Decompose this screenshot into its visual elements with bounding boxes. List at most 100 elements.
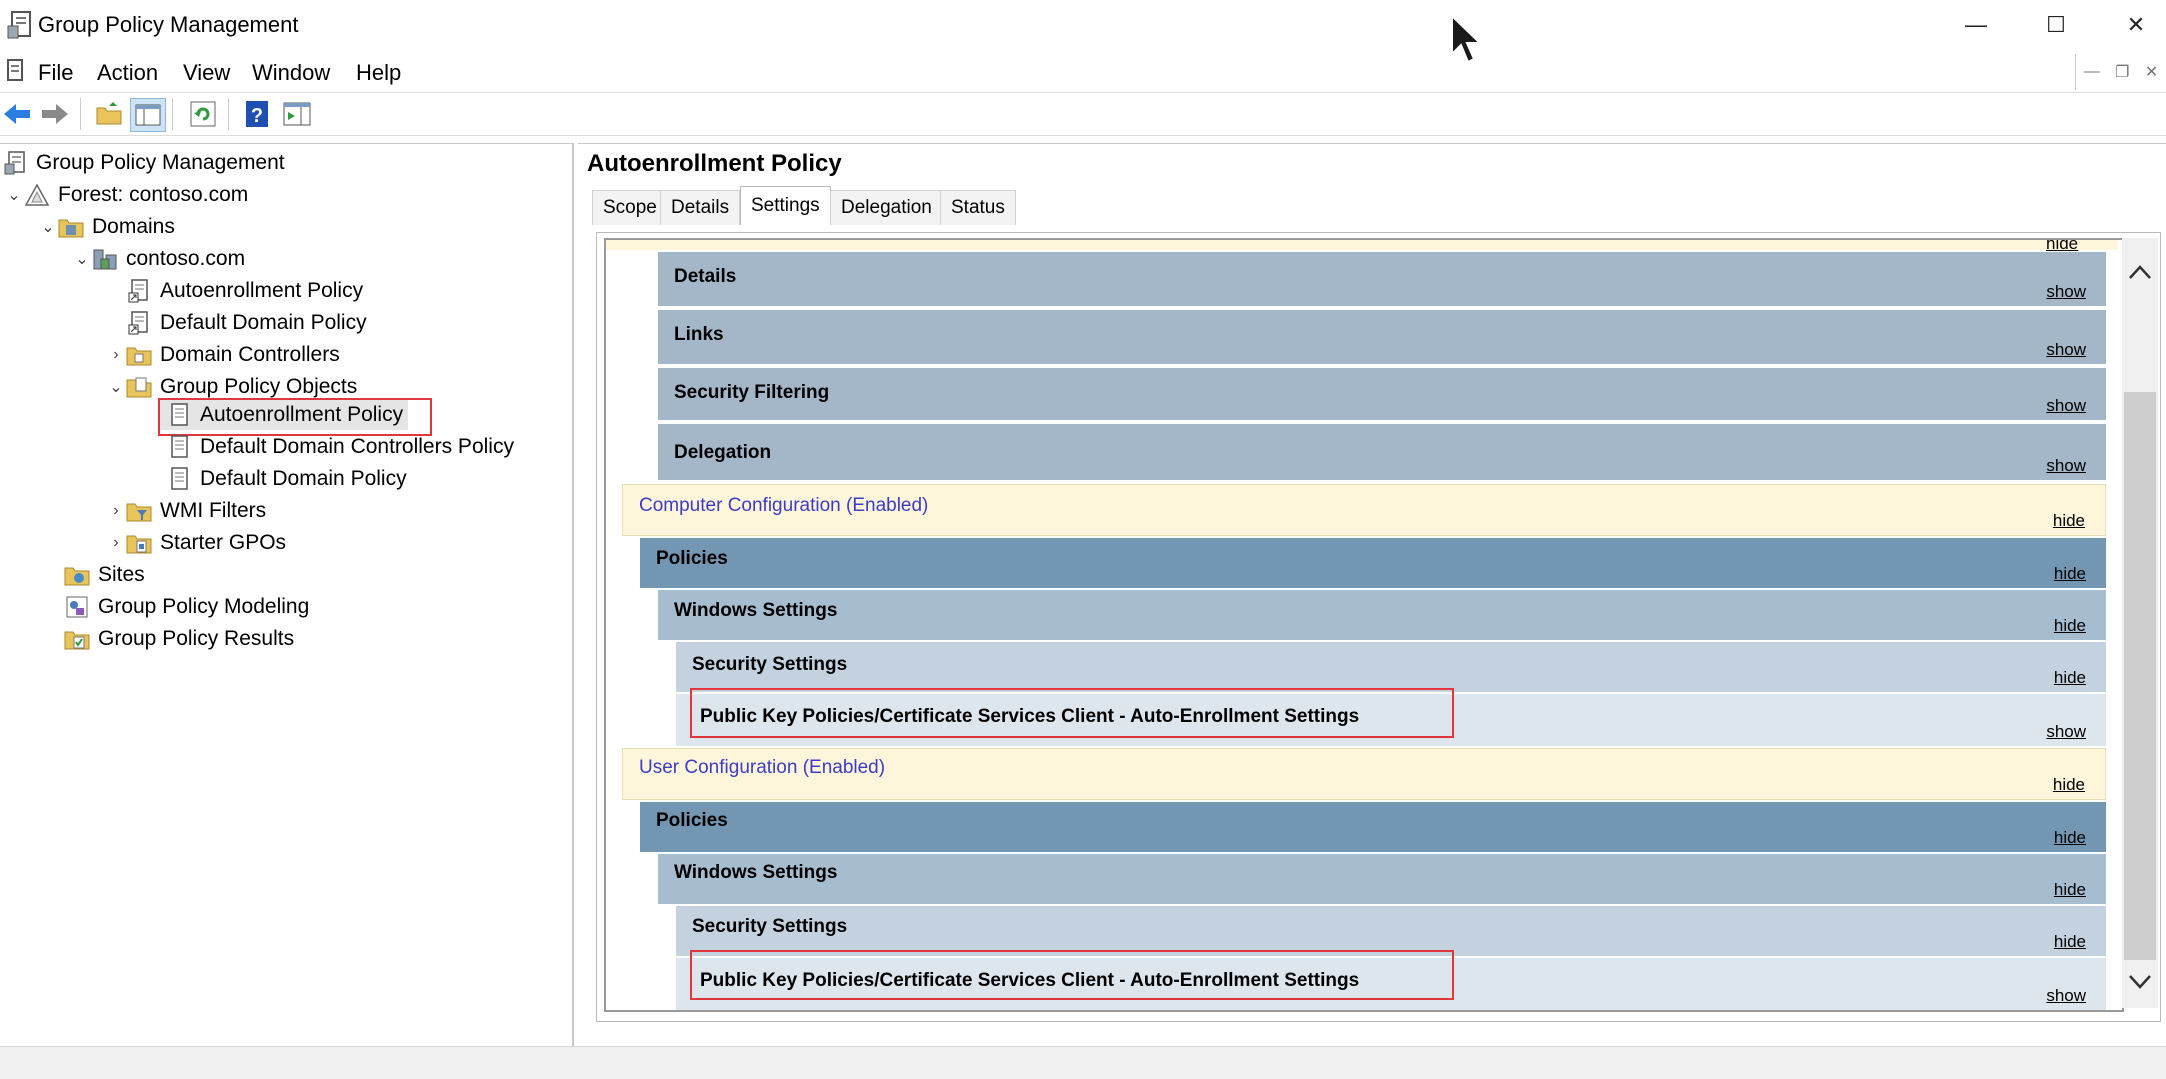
show-link[interactable]: show [2046, 456, 2086, 476]
gpo-icon [166, 467, 192, 491]
scroll-down-icon[interactable] [2128, 974, 2152, 995]
settings-report[interactable]: hide Details show Links show Security Fi… [604, 238, 2124, 1012]
tab-details[interactable]: Details [660, 190, 741, 225]
tree-item-wmi-filters[interactable]: › WMI Filters [106, 495, 266, 527]
domain-icon [92, 247, 118, 271]
menu-window[interactable]: Window [252, 60, 330, 86]
section-label: Security Filtering [674, 382, 830, 403]
section-computer-windows-settings: Windows Settings hide [658, 590, 2106, 640]
tree-item-contoso-domain[interactable]: ⌄ contoso.com [72, 243, 245, 275]
gpo-container-folder-icon [126, 375, 152, 399]
tree-item-gpo-default-dc[interactable]: Default Domain Controllers Policy [166, 431, 514, 463]
hide-link[interactable]: hide [2054, 880, 2086, 900]
toolbar [0, 93, 2166, 136]
mdi-restore-icon[interactable]: ❐ [2115, 62, 2129, 82]
section-label: Policies [656, 548, 728, 569]
tab-delegation[interactable]: Delegation [830, 190, 943, 225]
section-user-policies: Policies hide [640, 802, 2106, 852]
tree-item-linked-default-domain[interactable]: Default Domain Policy [126, 307, 367, 339]
forward-arrow-icon[interactable] [38, 98, 72, 130]
hide-link[interactable]: hide [2054, 564, 2086, 584]
maximize-button[interactable]: ☐ [2016, 0, 2096, 50]
section-delegation: Delegation show [658, 424, 2106, 480]
chevron-down-icon[interactable]: ⌄ [38, 217, 58, 237]
tree-item-domain-controllers[interactable]: › Domain Controllers [106, 339, 340, 371]
tree-label: Group Policy Results [98, 627, 295, 650]
tree-label: Sites [98, 563, 145, 586]
minimize-button[interactable]: — [1936, 0, 2016, 50]
tree-item-gp-modeling[interactable]: Group Policy Modeling [64, 591, 309, 623]
tree-label: Group Policy Management [36, 151, 285, 174]
tree-item-gpo-default-domain[interactable]: Default Domain Policy [166, 463, 407, 495]
tree-item-linked-autoenrollment[interactable]: Autoenrollment Policy [126, 275, 363, 307]
tree-label: Domain Controllers [160, 343, 340, 366]
show-link[interactable]: show [2046, 722, 2086, 742]
section-label: User Configuration (Enabled) [639, 757, 886, 778]
tree-item-starter-gpos[interactable]: › Starter GPOs [106, 527, 286, 559]
section-label: Computer Configuration (Enabled) [639, 495, 929, 516]
hide-link[interactable]: hide [2054, 668, 2086, 688]
back-arrow-icon[interactable] [0, 98, 34, 130]
up-folder-icon[interactable] [92, 98, 126, 130]
chevron-right-icon[interactable]: › [106, 502, 126, 520]
scroll-up-icon[interactable] [2128, 264, 2152, 285]
tree-item-forest[interactable]: ⌄ Forest: contoso.com [4, 179, 248, 211]
section-user-security-settings: Security Settings hide [676, 906, 2106, 956]
toolbar-separator [228, 98, 229, 130]
scrollbar-thumb[interactable] [2124, 392, 2156, 960]
menu-file[interactable]: File [38, 60, 73, 86]
show-link[interactable]: show [2046, 986, 2086, 1006]
show-link[interactable]: show [2046, 282, 2086, 302]
hide-link[interactable]: hide [2054, 828, 2086, 848]
section-label: Windows Settings [674, 600, 838, 621]
tree-label: contoso.com [126, 247, 246, 270]
refresh-icon[interactable] [186, 98, 220, 130]
chevron-down-icon[interactable]: ⌄ [106, 377, 126, 397]
title-bar [0, 0, 2166, 50]
show-hide-console-tree-icon[interactable] [130, 98, 166, 132]
show-link[interactable]: show [2046, 340, 2086, 360]
tree-item-gpm-root[interactable]: Group Policy Management [2, 147, 285, 179]
tree-label: Starter GPOs [160, 531, 287, 554]
hide-link[interactable]: hide [2053, 775, 2085, 795]
chevron-down-icon[interactable]: ⌄ [4, 185, 24, 205]
show-action-pane-icon[interactable] [280, 98, 314, 130]
tree-item-sites[interactable]: Sites [64, 559, 145, 591]
tree-label: Domains [92, 215, 175, 238]
tree-item-gp-results[interactable]: Group Policy Results [64, 623, 294, 655]
mmc-system-menu-icon[interactable] [4, 58, 26, 89]
menu-action[interactable]: Action [97, 60, 158, 86]
window-title: Group Policy Management [38, 12, 299, 37]
chevron-right-icon[interactable]: › [106, 346, 126, 364]
tree-item-domains[interactable]: ⌄ Domains [38, 211, 175, 243]
menu-view[interactable]: View [183, 60, 230, 86]
section-computer-configuration: Computer Configuration (Enabled) hide [622, 484, 2106, 536]
help-icon[interactable]: ? [240, 98, 274, 130]
user-pki-annotation [690, 950, 1454, 1000]
hide-link[interactable]: hide [2054, 616, 2086, 636]
show-link[interactable]: show [2046, 396, 2086, 416]
menu-help[interactable]: Help [356, 60, 401, 86]
mdi-close-icon[interactable]: ✕ [2145, 62, 2158, 82]
mdi-window-controls: — ❐ ✕ [2075, 54, 2166, 90]
close-button[interactable]: ✕ [2096, 0, 2166, 50]
hide-link[interactable]: hide [2054, 932, 2086, 952]
tab-settings[interactable]: Settings [740, 186, 831, 225]
section-links: Links show [658, 310, 2106, 364]
chevron-down-icon[interactable]: ⌄ [72, 249, 92, 269]
tab-status[interactable]: Status [940, 190, 1016, 225]
gpo-title: Autoenrollment Policy [587, 150, 842, 177]
chevron-right-icon[interactable]: › [106, 534, 126, 552]
svg-text:?: ? [251, 105, 263, 127]
tree-label: Default Domain Policy [200, 467, 407, 490]
section-label: Links [674, 324, 724, 345]
tab-scope[interactable]: Scope [592, 190, 668, 225]
section-details: Details show [658, 252, 2106, 306]
tree-label: Default Domain Controllers Policy [200, 435, 514, 458]
mdi-minimize-icon[interactable]: — [2084, 63, 2100, 81]
hide-link[interactable]: hide [2053, 511, 2085, 531]
tree-label: WMI Filters [160, 499, 267, 522]
toolbar-separator [80, 98, 81, 130]
section-label: Windows Settings [674, 862, 838, 883]
section-computer-policies: Policies hide [640, 538, 2106, 588]
